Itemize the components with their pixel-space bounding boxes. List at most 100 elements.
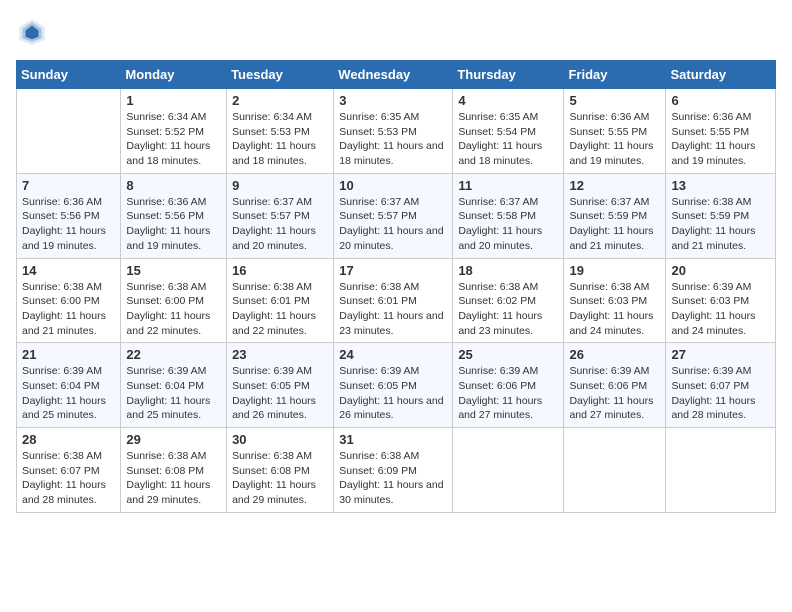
day-number: 5 xyxy=(569,93,660,108)
day-info: Sunrise: 6:38 AMSunset: 6:08 PMDaylight:… xyxy=(126,449,221,508)
day-number: 19 xyxy=(569,263,660,278)
day-number: 15 xyxy=(126,263,221,278)
day-info: Sunrise: 6:38 AMSunset: 6:00 PMDaylight:… xyxy=(126,280,221,339)
day-info: Sunrise: 6:37 AMSunset: 5:59 PMDaylight:… xyxy=(569,195,660,254)
day-number: 13 xyxy=(671,178,770,193)
day-info: Sunrise: 6:39 AMSunset: 6:04 PMDaylight:… xyxy=(22,364,115,423)
day-number: 12 xyxy=(569,178,660,193)
day-number: 17 xyxy=(339,263,447,278)
logo xyxy=(16,16,52,48)
day-number: 28 xyxy=(22,432,115,447)
day-number: 23 xyxy=(232,347,328,362)
calendar-cell: 15 Sunrise: 6:38 AMSunset: 6:00 PMDayligh… xyxy=(121,258,227,343)
calendar-cell: 23 Sunrise: 6:39 AMSunset: 6:05 PMDayligh… xyxy=(227,343,334,428)
calendar-cell xyxy=(564,428,666,513)
day-number: 31 xyxy=(339,432,447,447)
day-number: 4 xyxy=(458,93,558,108)
calendar-cell: 22 Sunrise: 6:39 AMSunset: 6:04 PMDayligh… xyxy=(121,343,227,428)
calendar-cell xyxy=(666,428,776,513)
day-number: 20 xyxy=(671,263,770,278)
header-day: Monday xyxy=(121,61,227,89)
day-info: Sunrise: 6:38 AMSunset: 6:03 PMDaylight:… xyxy=(569,280,660,339)
day-number: 6 xyxy=(671,93,770,108)
day-number: 24 xyxy=(339,347,447,362)
calendar-cell: 2 Sunrise: 6:34 AMSunset: 5:53 PMDaylight… xyxy=(227,89,334,174)
header-day: Wednesday xyxy=(334,61,453,89)
calendar-cell: 8Sunrise: 6:36 AMSunset: 5:56 PMDaylight… xyxy=(121,173,227,258)
day-info: Sunrise: 6:38 AMSunset: 5:59 PMDaylight:… xyxy=(671,195,770,254)
header-day: Friday xyxy=(564,61,666,89)
calendar-cell: 29 Sunrise: 6:38 AMSunset: 6:08 PMDayligh… xyxy=(121,428,227,513)
day-number: 26 xyxy=(569,347,660,362)
day-info: Sunrise: 6:36 AMSunset: 5:56 PMDaylight:… xyxy=(22,195,115,254)
header-day: Thursday xyxy=(453,61,564,89)
day-number: 22 xyxy=(126,347,221,362)
calendar-cell: 31 Sunrise: 6:38 AMSunset: 6:09 PMDayligh… xyxy=(334,428,453,513)
calendar-week-row: 21 Sunrise: 6:39 AMSunset: 6:04 PMDayligh… xyxy=(17,343,776,428)
calendar-cell: 18 Sunrise: 6:38 AMSunset: 6:02 PMDayligh… xyxy=(453,258,564,343)
calendar-cell: 1 Sunrise: 6:34 AMSunset: 5:52 PMDaylight… xyxy=(121,89,227,174)
day-number: 21 xyxy=(22,347,115,362)
day-info: Sunrise: 6:35 AMSunset: 5:53 PMDaylight:… xyxy=(339,110,447,169)
day-info: Sunrise: 6:36 AMSunset: 5:56 PMDaylight:… xyxy=(126,195,221,254)
day-number: 16 xyxy=(232,263,328,278)
day-info: Sunrise: 6:38 AMSunset: 6:01 PMDaylight:… xyxy=(339,280,447,339)
day-info: Sunrise: 6:38 AMSunset: 6:01 PMDaylight:… xyxy=(232,280,328,339)
calendar-cell: 3 Sunrise: 6:35 AMSunset: 5:53 PMDaylight… xyxy=(334,89,453,174)
day-info: Sunrise: 6:36 AMSunset: 5:55 PMDaylight:… xyxy=(671,110,770,169)
calendar-cell: 30 Sunrise: 6:38 AMSunset: 6:08 PMDayligh… xyxy=(227,428,334,513)
day-info: Sunrise: 6:39 AMSunset: 6:03 PMDaylight:… xyxy=(671,280,770,339)
day-number: 3 xyxy=(339,93,447,108)
day-info: Sunrise: 6:37 AMSunset: 5:57 PMDaylight:… xyxy=(232,195,328,254)
day-number: 27 xyxy=(671,347,770,362)
day-info: Sunrise: 6:34 AMSunset: 5:53 PMDaylight:… xyxy=(232,110,328,169)
day-number: 18 xyxy=(458,263,558,278)
day-number: 30 xyxy=(232,432,328,447)
day-number: 7 xyxy=(22,178,115,193)
day-info: Sunrise: 6:39 AMSunset: 6:05 PMDaylight:… xyxy=(339,364,447,423)
day-info: Sunrise: 6:38 AMSunset: 6:08 PMDaylight:… xyxy=(232,449,328,508)
calendar-cell: 16 Sunrise: 6:38 AMSunset: 6:01 PMDayligh… xyxy=(227,258,334,343)
day-number: 2 xyxy=(232,93,328,108)
header-row: SundayMondayTuesdayWednesdayThursdayFrid… xyxy=(17,61,776,89)
day-info: Sunrise: 6:35 AMSunset: 5:54 PMDaylight:… xyxy=(458,110,558,169)
calendar-cell: 24 Sunrise: 6:39 AMSunset: 6:05 PMDayligh… xyxy=(334,343,453,428)
calendar-cell: 5Sunrise: 6:36 AMSunset: 5:55 PMDaylight… xyxy=(564,89,666,174)
calendar-cell: 13 Sunrise: 6:38 AMSunset: 5:59 PMDayligh… xyxy=(666,173,776,258)
calendar-cell: 6 Sunrise: 6:36 AMSunset: 5:55 PMDaylight… xyxy=(666,89,776,174)
calendar-cell: 11 Sunrise: 6:37 AMSunset: 5:58 PMDayligh… xyxy=(453,173,564,258)
calendar-cell: 9 Sunrise: 6:37 AMSunset: 5:57 PMDaylight… xyxy=(227,173,334,258)
calendar-week-row: 28 Sunrise: 6:38 AMSunset: 6:07 PMDayligh… xyxy=(17,428,776,513)
day-info: Sunrise: 6:39 AMSunset: 6:07 PMDaylight:… xyxy=(671,364,770,423)
day-info: Sunrise: 6:38 AMSunset: 6:02 PMDaylight:… xyxy=(458,280,558,339)
day-number: 11 xyxy=(458,178,558,193)
day-info: Sunrise: 6:39 AMSunset: 6:06 PMDaylight:… xyxy=(458,364,558,423)
calendar-cell: 7 Sunrise: 6:36 AMSunset: 5:56 PMDaylight… xyxy=(17,173,121,258)
day-info: Sunrise: 6:34 AMSunset: 5:52 PMDaylight:… xyxy=(126,110,221,169)
calendar-cell: 25 Sunrise: 6:39 AMSunset: 6:06 PMDayligh… xyxy=(453,343,564,428)
day-info: Sunrise: 6:37 AMSunset: 5:58 PMDaylight:… xyxy=(458,195,558,254)
day-info: Sunrise: 6:38 AMSunset: 6:09 PMDaylight:… xyxy=(339,449,447,508)
day-number: 25 xyxy=(458,347,558,362)
logo-icon xyxy=(16,16,48,48)
calendar-week-row: 7 Sunrise: 6:36 AMSunset: 5:56 PMDaylight… xyxy=(17,173,776,258)
calendar-header: SundayMondayTuesdayWednesdayThursdayFrid… xyxy=(17,61,776,89)
calendar-cell xyxy=(453,428,564,513)
calendar-cell: 10Sunrise: 6:37 AMSunset: 5:57 PMDayligh… xyxy=(334,173,453,258)
day-info: Sunrise: 6:39 AMSunset: 6:05 PMDaylight:… xyxy=(232,364,328,423)
calendar-cell: 21 Sunrise: 6:39 AMSunset: 6:04 PMDayligh… xyxy=(17,343,121,428)
day-number: 9 xyxy=(232,178,328,193)
header-day: Tuesday xyxy=(227,61,334,89)
day-number: 29 xyxy=(126,432,221,447)
day-number: 10 xyxy=(339,178,447,193)
calendar-week-row: 1 Sunrise: 6:34 AMSunset: 5:52 PMDaylight… xyxy=(17,89,776,174)
day-info: Sunrise: 6:38 AMSunset: 6:00 PMDaylight:… xyxy=(22,280,115,339)
calendar-week-row: 14Sunrise: 6:38 AMSunset: 6:00 PMDayligh… xyxy=(17,258,776,343)
header xyxy=(16,16,776,48)
calendar-cell: 27 Sunrise: 6:39 AMSunset: 6:07 PMDayligh… xyxy=(666,343,776,428)
calendar-body: 1 Sunrise: 6:34 AMSunset: 5:52 PMDaylight… xyxy=(17,89,776,513)
day-number: 1 xyxy=(126,93,221,108)
day-info: Sunrise: 6:38 AMSunset: 6:07 PMDaylight:… xyxy=(22,449,115,508)
day-info: Sunrise: 6:39 AMSunset: 6:04 PMDaylight:… xyxy=(126,364,221,423)
calendar-cell: 17 Sunrise: 6:38 AMSunset: 6:01 PMDayligh… xyxy=(334,258,453,343)
